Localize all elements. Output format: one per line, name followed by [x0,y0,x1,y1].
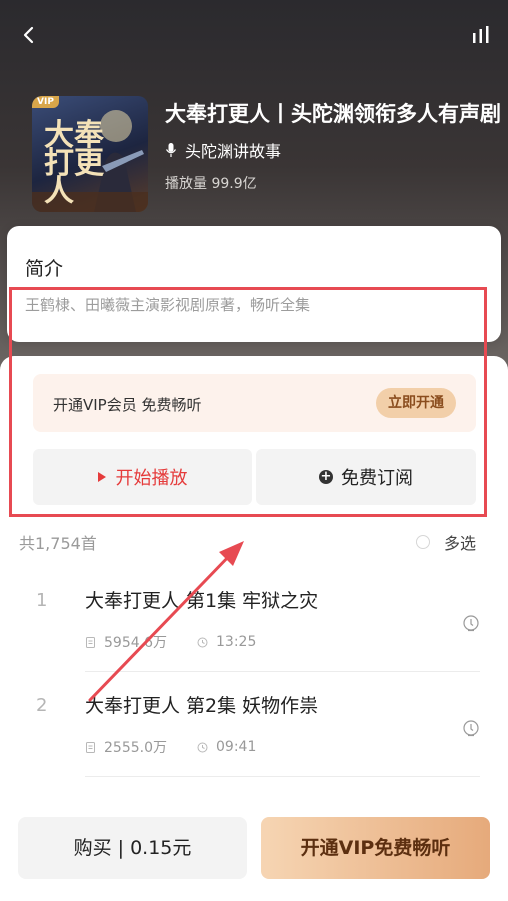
episode-index: 2 [36,695,48,716]
episode-meta: 5954.6万 13:25 [85,632,256,652]
download-icon[interactable] [462,614,480,632]
album-title: 大奉打更人丨头陀渊领衔多人有声剧 [165,102,501,126]
annotation-highlight-box [9,287,487,517]
microphone-icon [166,143,176,157]
cover-title: 大奉打更人 [44,118,104,209]
list-item[interactable]: 1 大奉打更人 第1集 牢狱之灾 5954.6万 13:25 [0,568,508,672]
vip-listen-button[interactable]: 开通VIP免费畅听 [261,817,490,879]
bottom-action-bar: 购买 | 0.15元 开通VIP免费畅听 [0,800,508,901]
back-button[interactable] [14,20,44,50]
episode-meta: 2555.0万 09:41 [85,737,256,757]
intro-label: 简介 [25,258,64,280]
list-item[interactable]: 2 大奉打更人 第2集 妖物作祟 2555.0万 09:41 [0,673,508,777]
track-count: 共1,754首 [19,534,97,553]
bar-chart-icon [473,26,489,43]
episode-title: 大奉打更人 第2集 妖物作祟 [85,695,319,717]
buy-button[interactable]: 购买 | 0.15元 [18,817,247,879]
multi-select-toggle[interactable]: 多选 [415,530,476,554]
clock-icon [197,637,208,647]
play-count: 播放量 99.9亿 [165,176,257,192]
ranking-button[interactable] [468,22,494,48]
episode-index: 1 [36,590,48,611]
episode-duration: 09:41 [216,739,257,755]
radio-circle-icon [415,535,430,549]
episode-title: 大奉打更人 第1集 牢狱之灾 [85,590,319,612]
vip-badge: VIP [32,96,59,108]
clock-icon [197,742,208,752]
document-icon [86,636,95,648]
document-icon [86,741,95,753]
episode-plays: 2555.0万 [104,740,167,756]
divider [85,776,480,777]
multi-select-label: 多选 [443,534,476,553]
download-icon[interactable] [462,719,480,737]
album-cover[interactable]: VIP 大奉打更人 [32,96,148,212]
author-name: 头陀渊讲故事 [185,142,282,161]
episode-plays: 5954.6万 [104,635,167,651]
chevron-left-icon [23,26,34,44]
episode-duration: 13:25 [216,634,257,650]
divider [85,671,480,672]
author-link[interactable]: 头陀渊讲故事 [165,138,281,162]
